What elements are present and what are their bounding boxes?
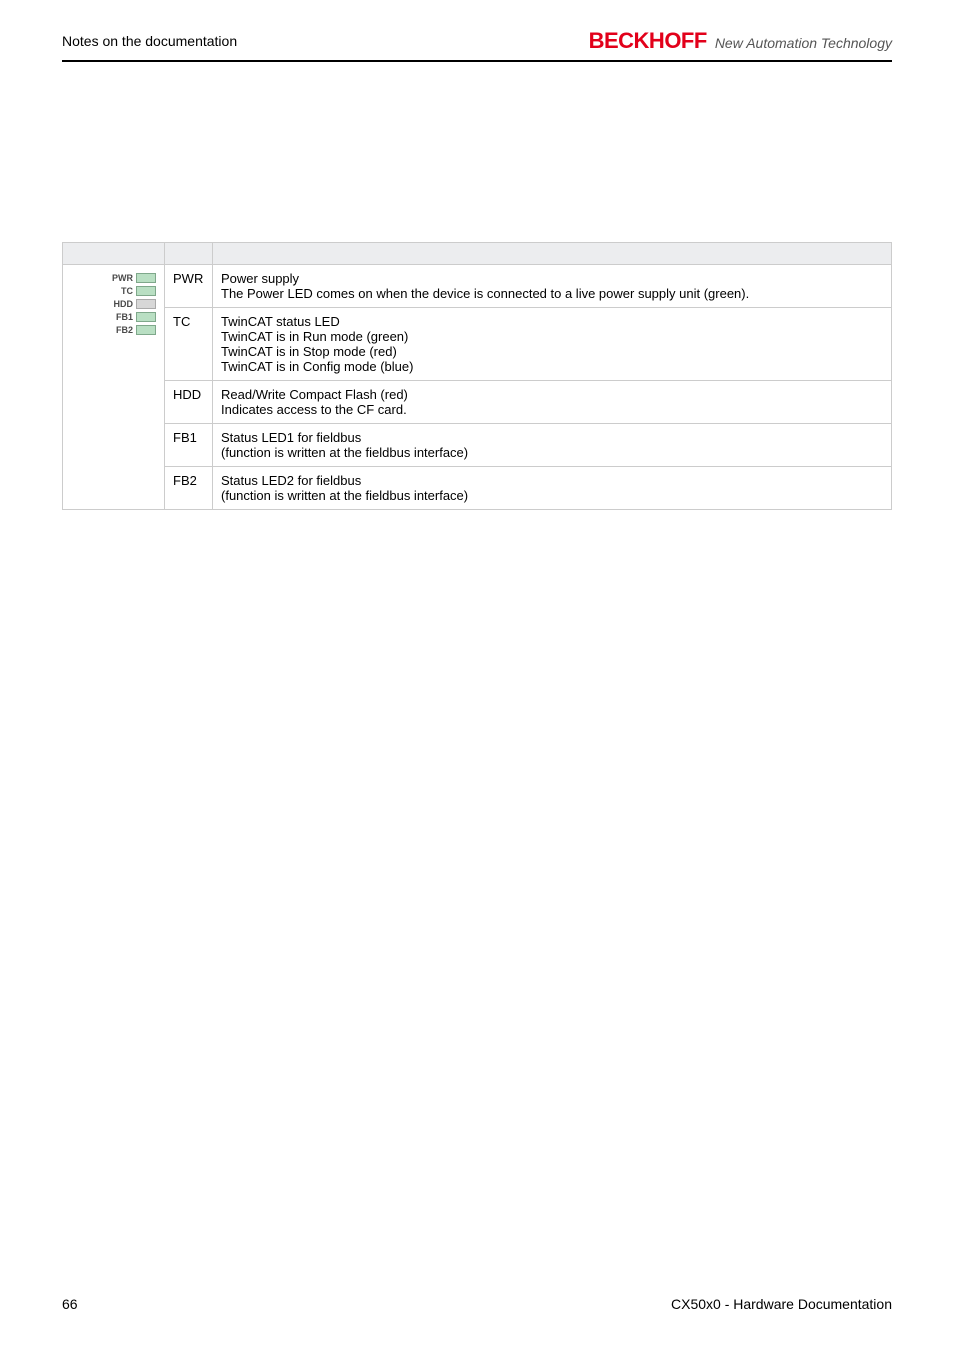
abbr-cell: FB1 <box>165 424 213 467</box>
led-indicator-icon <box>136 325 156 335</box>
table-row: TC TwinCAT status LED TwinCAT is in Run … <box>63 308 892 381</box>
doc-title: CX50x0 - Hardware Documentation <box>671 1296 892 1312</box>
led-indicator-icon <box>136 312 156 322</box>
table-header-desc <box>213 243 892 265</box>
led-label: TC <box>107 286 133 296</box>
table-row: PWR TC HDD FB1 <box>63 265 892 308</box>
led-row-fb1: FB1 <box>71 312 156 322</box>
led-indicator-icon <box>136 273 156 283</box>
abbr-cell: HDD <box>165 381 213 424</box>
page-number: 66 <box>62 1296 78 1312</box>
page-header: Notes on the documentation BECKHOFF New … <box>62 28 892 62</box>
led-indicator-icon <box>136 299 156 309</box>
table-row: HDD Read/Write Compact Flash (red) Indic… <box>63 381 892 424</box>
desc-cell: Power supply The Power LED comes on when… <box>213 265 892 308</box>
section-title: Notes on the documentation <box>62 33 237 49</box>
desc-line: (function is written at the fieldbus int… <box>221 445 883 460</box>
table-row: FB1 Status LED1 for fieldbus (function i… <box>63 424 892 467</box>
desc-line: TwinCAT status LED <box>221 314 883 329</box>
brand-name: BECKHOFF <box>589 28 707 54</box>
desc-cell: Read/Write Compact Flash (red) Indicates… <box>213 381 892 424</box>
page-footer: 66 CX50x0 - Hardware Documentation <box>62 1296 892 1312</box>
brand-block: BECKHOFF New Automation Technology <box>589 28 892 54</box>
abbr-cell: PWR <box>165 265 213 308</box>
desc-line: The Power LED comes on when the device i… <box>221 286 883 301</box>
abbr-cell: FB2 <box>165 467 213 510</box>
led-panel-image: PWR TC HDD FB1 <box>71 271 156 337</box>
abbr-cell: TC <box>165 308 213 381</box>
led-label: HDD <box>107 299 133 309</box>
desc-line: TwinCAT is in Run mode (green) <box>221 329 883 344</box>
desc-line: Power supply <box>221 271 883 286</box>
table-header-image <box>63 243 165 265</box>
led-label: FB2 <box>107 325 133 335</box>
desc-line: Status LED1 for fieldbus <box>221 430 883 445</box>
desc-line: TwinCAT is in Config mode (blue) <box>221 359 883 374</box>
desc-line: (function is written at the fieldbus int… <box>221 488 883 503</box>
desc-cell: Status LED2 for fieldbus (function is wr… <box>213 467 892 510</box>
led-row-pwr: PWR <box>71 273 156 283</box>
led-row-hdd: HDD <box>71 299 156 309</box>
led-indicator-icon <box>136 286 156 296</box>
led-panel-cell: PWR TC HDD FB1 <box>63 265 165 510</box>
led-row-tc: TC <box>71 286 156 296</box>
led-label: FB1 <box>107 312 133 322</box>
desc-cell: Status LED1 for fieldbus (function is wr… <box>213 424 892 467</box>
table-row: FB2 Status LED2 for fieldbus (function i… <box>63 467 892 510</box>
table-header-row <box>63 243 892 265</box>
table-header-abbr <box>165 243 213 265</box>
desc-line: Status LED2 for fieldbus <box>221 473 883 488</box>
desc-line: Read/Write Compact Flash (red) <box>221 387 883 402</box>
desc-line: TwinCAT is in Stop mode (red) <box>221 344 883 359</box>
desc-line: Indicates access to the CF card. <box>221 402 883 417</box>
led-row-fb2: FB2 <box>71 325 156 335</box>
led-description-table: PWR TC HDD FB1 <box>62 242 892 510</box>
led-label: PWR <box>107 273 133 283</box>
brand-tagline: New Automation Technology <box>715 35 892 51</box>
desc-cell: TwinCAT status LED TwinCAT is in Run mod… <box>213 308 892 381</box>
